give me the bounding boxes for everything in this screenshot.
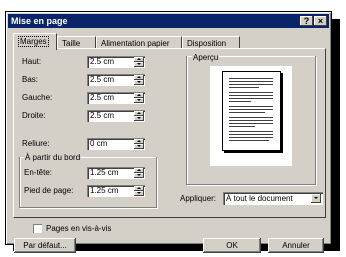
footer-distance-value: 1.25 cm — [90, 186, 119, 195]
header-distance-label: En-tête: — [24, 168, 53, 177]
spinner-arrows[interactable] — [134, 168, 144, 178]
apply-to-select[interactable]: À tout le document — [223, 192, 323, 205]
apply-to-label: Appliquer: — [180, 194, 217, 203]
preview-text-line — [229, 120, 273, 121]
tab-label: Alimentation papier — [101, 39, 170, 48]
spinner-arrows[interactable] — [134, 186, 144, 196]
tab-marges[interactable]: Marges — [13, 33, 57, 50]
right-margin-value: 2.5 cm — [90, 111, 115, 120]
page-setup-dialog: Mise en page ? × Marges Taille Alimentat… — [5, 11, 332, 253]
cancel-button[interactable]: Annuler — [268, 238, 324, 253]
preview-text-line — [229, 95, 273, 96]
right-margin-spinner[interactable]: 2.5 cm — [87, 110, 145, 122]
default-button[interactable]: Par défaut... — [14, 238, 76, 253]
preview-text-line — [229, 123, 273, 124]
right-margin-label: Droite: — [22, 111, 46, 120]
close-button[interactable]: × — [314, 16, 327, 26]
preview-text-line — [229, 131, 273, 132]
tab-label: Marges — [18, 36, 49, 47]
bottom-margin-value: 2.5 cm — [90, 75, 115, 84]
spinner-arrows[interactable] — [134, 57, 144, 67]
preview-text-line — [229, 126, 255, 127]
spin-down-icon[interactable] — [134, 98, 144, 103]
spin-down-icon[interactable] — [134, 80, 144, 85]
help-button[interactable]: ? — [300, 16, 313, 26]
preview-text-line — [229, 101, 251, 102]
preview-caption: Aperçu — [192, 53, 220, 62]
spinner-arrows[interactable] — [134, 111, 144, 121]
dialog-title: Mise en page — [11, 16, 68, 26]
preview-text-line — [229, 134, 273, 135]
preview-text-line — [229, 81, 273, 82]
tab-label: Disposition — [187, 39, 227, 48]
top-margin-value: 2.5 cm — [90, 57, 115, 66]
top-margin-label: Haut: — [22, 57, 42, 66]
gutter-spinner[interactable]: 0 cm — [87, 138, 145, 150]
preview-text-line — [229, 140, 269, 141]
footer-distance-label: Pied de page: — [24, 186, 74, 195]
from-edge-caption: À partir du bord — [24, 153, 82, 162]
header-distance-value: 1.25 cm — [90, 168, 119, 177]
left-margin-label: Gauche: — [22, 93, 53, 102]
apply-to-value: À tout le document — [226, 194, 293, 203]
page-preview — [222, 71, 281, 151]
bottom-margin-spinner[interactable]: 2.5 cm — [87, 74, 145, 86]
title-bar[interactable]: Mise en page ? × — [8, 14, 329, 28]
left-margin-spinner[interactable]: 2.5 cm — [87, 92, 145, 104]
spin-down-icon[interactable] — [134, 191, 144, 196]
spinner-arrows[interactable] — [134, 139, 144, 149]
ok-button[interactable]: OK — [203, 238, 261, 253]
preview-text-line — [229, 87, 259, 88]
preview-text-line — [229, 137, 273, 138]
gutter-label: Reliure: — [22, 139, 50, 148]
preview-text-line — [229, 92, 273, 93]
bottom-margin-label: Bas: — [22, 75, 39, 84]
spin-down-icon[interactable] — [134, 116, 144, 121]
preview-text-line — [229, 112, 265, 113]
window-shadow-right — [332, 19, 340, 251]
tab-panel-marges: Haut: 2.5 cm Bas: 2.5 cm Gauche: 2.5 cm … — [13, 48, 326, 218]
preview-text-line — [229, 106, 273, 107]
spin-down-icon[interactable] — [134, 173, 144, 178]
chevron-down-icon[interactable] — [311, 194, 321, 203]
preview-text-line — [229, 98, 273, 99]
preview-text-line — [229, 109, 273, 110]
mirror-margins-label: Pages en vis-à-vis — [46, 224, 112, 233]
gutter-value: 0 cm — [90, 139, 108, 148]
top-margin-spinner[interactable]: 2.5 cm — [87, 56, 145, 68]
header-distance-spinner[interactable]: 1.25 cm — [87, 167, 145, 179]
tab-label: Taille — [62, 39, 81, 48]
spinner-arrows[interactable] — [134, 75, 144, 85]
footer-distance-spinner[interactable]: 1.25 cm — [87, 185, 145, 197]
spinner-arrows[interactable] — [134, 93, 144, 103]
from-edge-group — [19, 157, 157, 208]
left-margin-value: 2.5 cm — [90, 93, 115, 102]
mirror-margins-checkbox[interactable] — [33, 224, 42, 233]
preview-text-line — [229, 84, 273, 85]
preview-text-line — [229, 117, 273, 118]
preview-text-line — [229, 78, 273, 79]
spin-down-icon[interactable] — [134, 62, 144, 67]
spin-down-icon[interactable] — [134, 144, 144, 149]
